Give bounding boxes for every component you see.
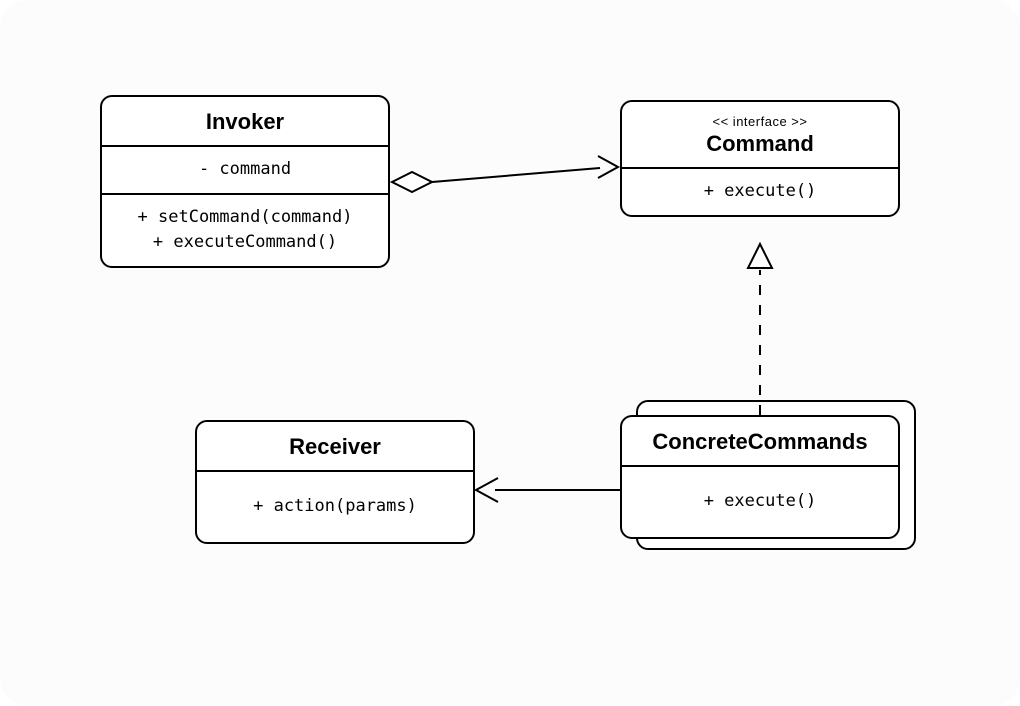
uml-interface-command: << interface >> Command + execute() [620, 100, 900, 217]
uml-class-receiver: Receiver + action(params) [195, 420, 475, 544]
uml-class-concrete: ConcreteCommands + execute() [620, 415, 900, 539]
invoker-op-setcommand: + setCommand(command) [110, 205, 380, 231]
uml-class-invoker: Invoker - command + setCommand(command) … [100, 95, 390, 268]
invoker-op-executecommand: + executeCommand() [110, 230, 380, 256]
diagram-canvas: Invoker - command + setCommand(command) … [0, 0, 1020, 706]
invoker-operations: + setCommand(command) + executeCommand() [102, 193, 388, 266]
edge-invoker-command [392, 156, 618, 192]
concrete-op-execute: + execute() [630, 489, 890, 515]
realization-triangle-icon [748, 244, 772, 268]
command-op-execute: + execute() [630, 179, 890, 205]
command-stereotype: << interface >> [630, 114, 890, 129]
concrete-title: ConcreteCommands [622, 417, 898, 467]
invoker-title: Invoker [102, 97, 388, 147]
open-arrowhead-icon [476, 478, 498, 502]
receiver-title: Receiver [197, 422, 473, 472]
receiver-operations: + action(params) [197, 472, 473, 542]
open-arrowhead-icon [598, 156, 618, 178]
command-title: Command [706, 131, 814, 156]
command-title-block: << interface >> Command [622, 102, 898, 169]
edge-concrete-receiver [476, 478, 620, 502]
edge-concrete-implements-command [748, 244, 772, 415]
aggregation-diamond-icon [392, 172, 432, 192]
concrete-operations: + execute() [622, 467, 898, 537]
command-operations: + execute() [622, 169, 898, 215]
invoker-attr-command: - command [110, 157, 380, 183]
receiver-op-action: + action(params) [205, 494, 465, 520]
edge-line [432, 168, 600, 182]
invoker-attributes: - command [102, 147, 388, 193]
